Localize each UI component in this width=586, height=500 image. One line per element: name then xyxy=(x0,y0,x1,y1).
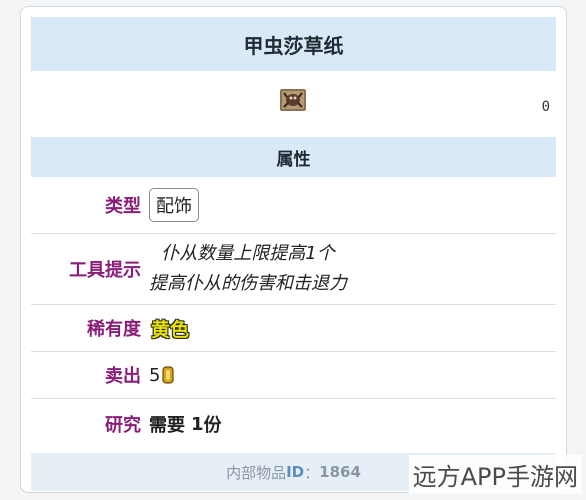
row-label-sell: 卖出 xyxy=(105,366,141,387)
research-count: 1 xyxy=(191,413,204,435)
research-text: 需要 xyxy=(149,415,185,436)
research-unit: 份 xyxy=(203,415,222,436)
row-type: 类型 配饰 xyxy=(31,177,556,234)
row-label-research: 研究 xyxy=(105,415,141,436)
row-label-tooltip: 工具提示 xyxy=(69,260,141,281)
corner-glyph: 0 xyxy=(541,99,550,115)
row-value-tooltip: 仆从数量上限提高1个 提高仆从的伤害和击退力 xyxy=(149,234,347,304)
footer-separator: ： xyxy=(304,463,320,482)
row-research: 研究 需要 1 份 xyxy=(31,399,556,449)
footer-id-value: 1864 xyxy=(319,463,361,481)
item-infobox: 甲虫莎草纸 0 属性 类型 配饰 工具提示 仆从数量上限提高1个 提高仆从的伤害… xyxy=(20,6,567,493)
footer-id-key: ID xyxy=(286,463,305,481)
watermark: 远方APP手游网 xyxy=(408,455,582,494)
tooltip-line: 仆从数量上限提高1个 xyxy=(161,243,335,264)
row-label-type: 类型 xyxy=(105,196,141,217)
type-tag-link[interactable]: 配饰 xyxy=(149,188,199,222)
row-tooltip: 工具提示 仆从数量上限提高1个 提高仆从的伤害和击退力 xyxy=(31,234,556,305)
item-title: 甲虫莎草纸 xyxy=(31,17,556,71)
tooltip-line: 提高仆从的伤害和击退力 xyxy=(149,273,347,294)
row-rarity: 稀有度 黄色 xyxy=(31,305,556,352)
row-value-research: 需要 1 份 xyxy=(149,399,222,449)
row-value-sell: 5 xyxy=(149,352,175,398)
row-label-rarity: 稀有度 xyxy=(87,319,141,340)
row-value-rarity: 黄色 xyxy=(149,305,191,351)
gold-coin-icon xyxy=(162,366,175,384)
sell-amount: 5 xyxy=(149,364,161,386)
item-image-row: 0 xyxy=(31,71,556,137)
row-value-type: 配饰 xyxy=(149,177,199,233)
section-header-attributes: 属性 xyxy=(31,137,556,177)
beetle-papyrus-icon xyxy=(280,89,306,111)
row-sell: 卖出 5 xyxy=(31,352,556,399)
rarity-badge: 黄色 xyxy=(151,318,190,341)
footer-prefix: 内部物品 xyxy=(226,463,287,482)
